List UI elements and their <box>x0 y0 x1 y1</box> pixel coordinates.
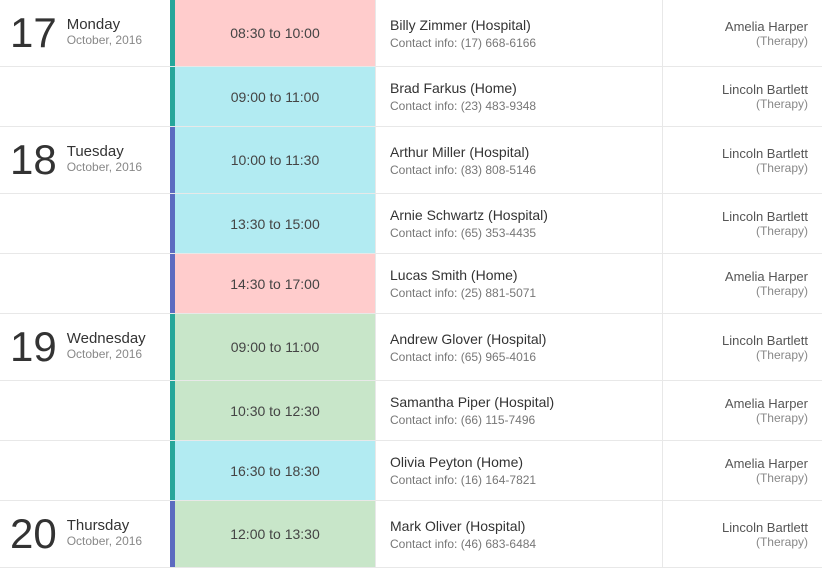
therapist-name: Lincoln Bartlett <box>677 146 808 161</box>
day-number: 19 <box>10 326 57 368</box>
contact-info: Contact info: (16) 164-7821 <box>390 473 648 487</box>
event-detail: Arnie Schwartz (Hospital) Contact info: … <box>375 194 662 253</box>
time-slot: 13:30 to 15:00 <box>175 194 375 253</box>
contact-info: Contact info: (23) 483-9348 <box>390 99 648 113</box>
therapist-info: Amelia Harper (Therapy) <box>662 441 822 500</box>
event-row[interactable]: 13:30 to 15:00 Arnie Schwartz (Hospital)… <box>0 194 822 254</box>
therapist-role: (Therapy) <box>677 348 808 362</box>
therapist-name: Lincoln Bartlett <box>677 82 808 97</box>
therapist-role: (Therapy) <box>677 161 808 175</box>
time-slot: 14:30 to 17:00 <box>175 254 375 313</box>
event-row[interactable]: 18 Tuesday October, 2016 10:00 to 11:30 … <box>0 127 822 194</box>
therapist-info: Amelia Harper (Therapy) <box>662 254 822 313</box>
therapist-name: Lincoln Bartlett <box>677 209 808 224</box>
client-name: Lucas Smith (Home) <box>390 267 648 283</box>
client-name: Andrew Glover (Hospital) <box>390 331 648 347</box>
event-detail: Billy Zimmer (Hospital) Contact info: (1… <box>375 0 662 66</box>
client-name: Billy Zimmer (Hospital) <box>390 17 648 33</box>
event-detail: Andrew Glover (Hospital) Contact info: (… <box>375 314 662 380</box>
contact-info: Contact info: (46) 683-6484 <box>390 537 648 551</box>
event-row[interactable]: 14:30 to 17:00 Lucas Smith (Home) Contac… <box>0 254 822 314</box>
calendar: 17 Monday October, 2016 08:30 to 10:00 B… <box>0 0 822 568</box>
contact-info: Contact info: (65) 353-4435 <box>390 226 648 240</box>
therapist-name: Amelia Harper <box>677 396 808 411</box>
date-col: 17 Monday October, 2016 <box>0 0 170 66</box>
therapist-role: (Therapy) <box>677 535 808 549</box>
time-slot: 16:30 to 18:30 <box>175 441 375 500</box>
date-col <box>0 254 170 313</box>
date-col: 20 Thursday October, 2016 <box>0 501 170 567</box>
therapist-info: Amelia Harper (Therapy) <box>662 381 822 440</box>
month-year: October, 2016 <box>67 534 142 548</box>
therapist-name: Amelia Harper <box>677 19 808 34</box>
client-name: Mark Oliver (Hospital) <box>390 518 648 534</box>
month-year: October, 2016 <box>67 33 142 47</box>
therapist-name: Amelia Harper <box>677 456 808 471</box>
month-year: October, 2016 <box>67 160 142 174</box>
event-row[interactable]: 16:30 to 18:30 Olivia Peyton (Home) Cont… <box>0 441 822 501</box>
therapist-info: Lincoln Bartlett (Therapy) <box>662 314 822 380</box>
event-detail: Lucas Smith (Home) Contact info: (25) 88… <box>375 254 662 313</box>
time-slot: 09:00 to 11:00 <box>175 67 375 126</box>
therapist-role: (Therapy) <box>677 97 808 111</box>
event-row[interactable]: 20 Thursday October, 2016 12:00 to 13:30… <box>0 501 822 568</box>
event-row[interactable]: 10:30 to 12:30 Samantha Piper (Hospital)… <box>0 381 822 441</box>
time-slot: 12:00 to 13:30 <box>175 501 375 567</box>
therapist-info: Lincoln Bartlett (Therapy) <box>662 127 822 193</box>
time-slot: 10:30 to 12:30 <box>175 381 375 440</box>
day-info: Wednesday October, 2016 <box>67 326 146 361</box>
client-name: Arnie Schwartz (Hospital) <box>390 207 648 223</box>
time-slot: 09:00 to 11:00 <box>175 314 375 380</box>
therapist-name: Amelia Harper <box>677 269 808 284</box>
event-row[interactable]: 17 Monday October, 2016 08:30 to 10:00 B… <box>0 0 822 67</box>
therapist-name: Lincoln Bartlett <box>677 333 808 348</box>
day-number: 17 <box>10 12 57 54</box>
therapist-info: Lincoln Bartlett (Therapy) <box>662 501 822 567</box>
therapist-info: Lincoln Bartlett (Therapy) <box>662 67 822 126</box>
date-col <box>0 441 170 500</box>
date-col: 19 Wednesday October, 2016 <box>0 314 170 380</box>
date-col: 18 Tuesday October, 2016 <box>0 127 170 193</box>
date-col <box>0 67 170 126</box>
event-detail: Brad Farkus (Home) Contact info: (23) 48… <box>375 67 662 126</box>
day-info: Tuesday October, 2016 <box>67 139 142 174</box>
day-info: Monday October, 2016 <box>67 12 142 47</box>
event-row[interactable]: 09:00 to 11:00 Brad Farkus (Home) Contac… <box>0 67 822 127</box>
therapist-name: Lincoln Bartlett <box>677 520 808 535</box>
time-slot: 10:00 to 11:30 <box>175 127 375 193</box>
contact-info: Contact info: (17) 668-6166 <box>390 36 648 50</box>
therapist-role: (Therapy) <box>677 34 808 48</box>
therapist-role: (Therapy) <box>677 224 808 238</box>
date-col <box>0 194 170 253</box>
day-number: 20 <box>10 513 57 555</box>
day-name: Monday <box>67 16 142 33</box>
contact-info: Contact info: (65) 965-4016 <box>390 350 648 364</box>
event-detail: Arthur Miller (Hospital) Contact info: (… <box>375 127 662 193</box>
day-name: Tuesday <box>67 143 142 160</box>
day-name: Thursday <box>67 517 142 534</box>
contact-info: Contact info: (66) 115-7496 <box>390 413 648 427</box>
event-row[interactable]: 19 Wednesday October, 2016 09:00 to 11:0… <box>0 314 822 381</box>
time-slot: 08:30 to 10:00 <box>175 0 375 66</box>
month-year: October, 2016 <box>67 347 146 361</box>
client-name: Arthur Miller (Hospital) <box>390 144 648 160</box>
therapist-info: Lincoln Bartlett (Therapy) <box>662 194 822 253</box>
therapist-role: (Therapy) <box>677 411 808 425</box>
contact-info: Contact info: (83) 808-5146 <box>390 163 648 177</box>
therapist-role: (Therapy) <box>677 471 808 485</box>
therapist-role: (Therapy) <box>677 284 808 298</box>
day-number: 18 <box>10 139 57 181</box>
date-col <box>0 381 170 440</box>
event-detail: Samantha Piper (Hospital) Contact info: … <box>375 381 662 440</box>
client-name: Brad Farkus (Home) <box>390 80 648 96</box>
event-detail: Mark Oliver (Hospital) Contact info: (46… <box>375 501 662 567</box>
therapist-info: Amelia Harper (Therapy) <box>662 0 822 66</box>
day-name: Wednesday <box>67 330 146 347</box>
day-info: Thursday October, 2016 <box>67 513 142 548</box>
contact-info: Contact info: (25) 881-5071 <box>390 286 648 300</box>
client-name: Samantha Piper (Hospital) <box>390 394 648 410</box>
client-name: Olivia Peyton (Home) <box>390 454 648 470</box>
event-detail: Olivia Peyton (Home) Contact info: (16) … <box>375 441 662 500</box>
